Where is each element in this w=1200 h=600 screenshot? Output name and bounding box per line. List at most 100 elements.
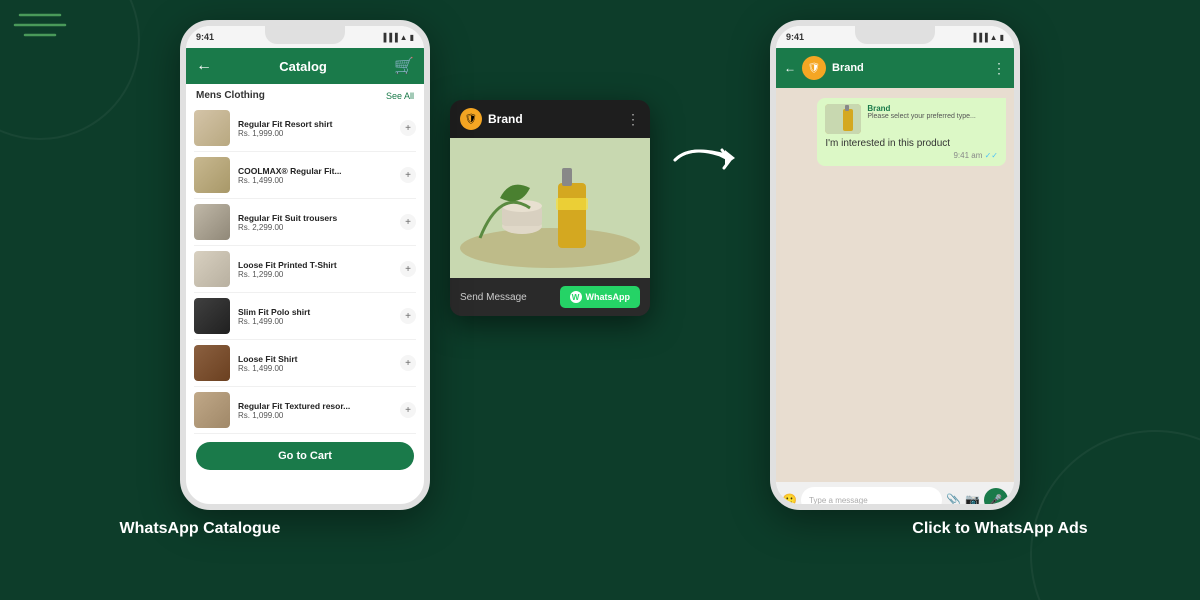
product-info-2: COOLMAX® Regular Fit... Rs. 1,499.00 bbox=[238, 166, 392, 185]
back-arrow-whatsapp[interactable]: ← bbox=[784, 61, 796, 75]
chat-input-bar: 🙂 Type a message 📎 📷 🎤 bbox=[776, 482, 1014, 510]
add-btn-6[interactable]: + bbox=[400, 355, 416, 371]
ad-image-area bbox=[450, 138, 650, 278]
shirt-img-5 bbox=[194, 298, 230, 334]
product-item-6: Loose Fit Shirt Rs. 1,499.00 + bbox=[194, 340, 416, 387]
product-info-1: Regular Fit Resort shirt Rs. 1,999.00 bbox=[238, 119, 392, 138]
bottom-labels: WhatsApp Catalogue Click to WhatsApp Ads bbox=[0, 510, 1200, 548]
add-btn-7[interactable]: + bbox=[400, 402, 416, 418]
main-container: 9:41 ▐▐▐ ▲ ▮ ← Catalog 🛒 Mens Clothing S… bbox=[0, 0, 1200, 510]
add-btn-5[interactable]: + bbox=[400, 308, 416, 324]
product-item-2: COOLMAX® Regular Fit... Rs. 1,499.00 + bbox=[194, 152, 416, 199]
right-label: Click to WhatsApp Ads bbox=[875, 520, 1125, 538]
see-all-link[interactable]: See All bbox=[386, 91, 414, 101]
catalog-header: ← Catalog 🛒 bbox=[186, 48, 424, 84]
status-icons-left: ▐▐▐ ▲ ▮ bbox=[381, 33, 414, 42]
ad-footer: Send Message W WhatsApp bbox=[450, 278, 650, 316]
status-time-right: 9:41 bbox=[786, 32, 804, 42]
product-img-7 bbox=[194, 392, 230, 428]
product-name-4: Loose Fit Printed T-Shirt bbox=[238, 260, 392, 270]
ad-brand-name: Brand bbox=[488, 112, 523, 126]
shirt-img-2 bbox=[194, 157, 230, 193]
product-img-1 bbox=[194, 110, 230, 146]
chat-area: Brand Please select your preferred type.… bbox=[776, 88, 1014, 482]
product-price-1: Rs. 1,999.00 bbox=[238, 129, 392, 138]
add-btn-2[interactable]: + bbox=[400, 167, 416, 183]
message-product-img bbox=[825, 104, 861, 134]
product-img-3 bbox=[194, 204, 230, 240]
curved-arrow-svg bbox=[670, 140, 750, 200]
whatsapp-button[interactable]: W WhatsApp bbox=[560, 286, 641, 308]
message-text: I'm interested in this product bbox=[825, 138, 998, 149]
product-name-3: Regular Fit Suit trousers bbox=[238, 213, 392, 223]
ad-brand-info: 🛡 Brand bbox=[460, 108, 523, 130]
message-bubble: Brand Please select your preferred type.… bbox=[817, 98, 1006, 166]
product-price-2: Rs. 1,499.00 bbox=[238, 176, 392, 185]
phone-notch-right bbox=[855, 26, 935, 44]
whatsapp-label: WhatsApp bbox=[586, 292, 631, 302]
add-btn-1[interactable]: + bbox=[400, 120, 416, 136]
shirt-img-3 bbox=[194, 204, 230, 240]
product-info-4: Loose Fit Printed T-Shirt Rs. 1,299.00 bbox=[238, 260, 392, 279]
product-price-5: Rs. 1,499.00 bbox=[238, 317, 392, 326]
message-card-brand: Brand bbox=[867, 104, 976, 113]
chat-input-field[interactable]: Type a message bbox=[801, 487, 942, 510]
message-card: Brand Please select your preferred type.… bbox=[825, 104, 998, 134]
emoji-icon[interactable]: 🙂 bbox=[782, 493, 797, 507]
mic-button[interactable]: 🎤 bbox=[984, 488, 1008, 510]
product-img-2 bbox=[194, 157, 230, 193]
catalog-title: Catalog bbox=[279, 59, 327, 74]
product-item-1: Regular Fit Resort shirt Rs. 1,999.00 + bbox=[194, 105, 416, 152]
ad-card-section: 🛡 Brand ⋮ bbox=[450, 60, 650, 316]
ad-card-header: 🛡 Brand ⋮ bbox=[450, 100, 650, 138]
left-label: WhatsApp Catalogue bbox=[75, 520, 325, 538]
add-btn-3[interactable]: + bbox=[400, 214, 416, 230]
product-name-6: Loose Fit Shirt bbox=[238, 354, 392, 364]
wa-more-icon[interactable]: ⋮ bbox=[992, 60, 1006, 77]
product-name-7: Regular Fit Textured resor... bbox=[238, 401, 392, 411]
go-to-cart-button[interactable]: Go to Cart bbox=[196, 442, 414, 470]
product-name-5: Slim Fit Polo shirt bbox=[238, 307, 392, 317]
message-card-desc: Please select your preferred type... bbox=[867, 113, 976, 120]
ad-brand-icon: 🛡 bbox=[460, 108, 482, 130]
phone-notch-left bbox=[265, 26, 345, 44]
catalog-section-header: Mens Clothing See All bbox=[186, 84, 424, 105]
product-price-4: Rs. 1,299.00 bbox=[238, 270, 392, 279]
shirt-img-7 bbox=[194, 392, 230, 428]
product-info-5: Slim Fit Polo shirt Rs. 1,499.00 bbox=[238, 307, 392, 326]
product-info-6: Loose Fit Shirt Rs. 1,499.00 bbox=[238, 354, 392, 373]
attachment-icon[interactable]: 📎 bbox=[946, 493, 961, 507]
status-icons-right: ▐▐▐ ▲ ▮ bbox=[971, 33, 1004, 42]
battery-icon: ▮ bbox=[410, 33, 414, 42]
shirt-img-6 bbox=[194, 345, 230, 381]
wifi-icon-right: ▲ bbox=[990, 33, 998, 42]
product-name-2: COOLMAX® Regular Fit... bbox=[238, 166, 392, 176]
time-label: 9:41 am bbox=[953, 151, 982, 160]
battery-icon-right: ▮ bbox=[1000, 33, 1004, 42]
product-item-5: Slim Fit Polo shirt Rs. 1,499.00 + bbox=[194, 293, 416, 340]
cart-icon[interactable]: 🛒 bbox=[394, 56, 414, 76]
product-info-3: Regular Fit Suit trousers Rs. 2,299.00 bbox=[238, 213, 392, 232]
camera-icon[interactable]: 📷 bbox=[965, 493, 980, 507]
back-arrow-catalog[interactable]: ← bbox=[196, 57, 212, 75]
signal-icon: ▐▐▐ bbox=[381, 33, 398, 42]
product-item-4: Loose Fit Printed T-Shirt Rs. 1,299.00 + bbox=[194, 246, 416, 293]
add-btn-4[interactable]: + bbox=[400, 261, 416, 277]
ad-card: 🛡 Brand ⋮ bbox=[450, 100, 650, 316]
product-name-1: Regular Fit Resort shirt bbox=[238, 119, 392, 129]
product-price-3: Rs. 2,299.00 bbox=[238, 223, 392, 232]
ad-more-icon[interactable]: ⋮ bbox=[626, 111, 640, 128]
section-title: Mens Clothing bbox=[196, 90, 265, 101]
shirt-img-4 bbox=[194, 251, 230, 287]
whatsapp-chat-phone: 9:41 ▐▐▐ ▲ ▮ ← 🛡 Brand ⋮ bbox=[770, 20, 1020, 510]
message-card-img bbox=[825, 104, 861, 134]
product-img-4 bbox=[194, 251, 230, 287]
product-price-7: Rs. 1,099.00 bbox=[238, 411, 392, 420]
wa-avatar: 🛡 bbox=[802, 56, 826, 80]
signal-icon-right: ▐▐▐ bbox=[971, 33, 988, 42]
product-img-5 bbox=[194, 298, 230, 334]
message-time: 9:41 am ✓✓ bbox=[825, 151, 998, 160]
wa-brand-name: Brand bbox=[832, 62, 986, 74]
product-item-7: Regular Fit Textured resor... Rs. 1,099.… bbox=[194, 387, 416, 434]
product-img-6 bbox=[194, 345, 230, 381]
